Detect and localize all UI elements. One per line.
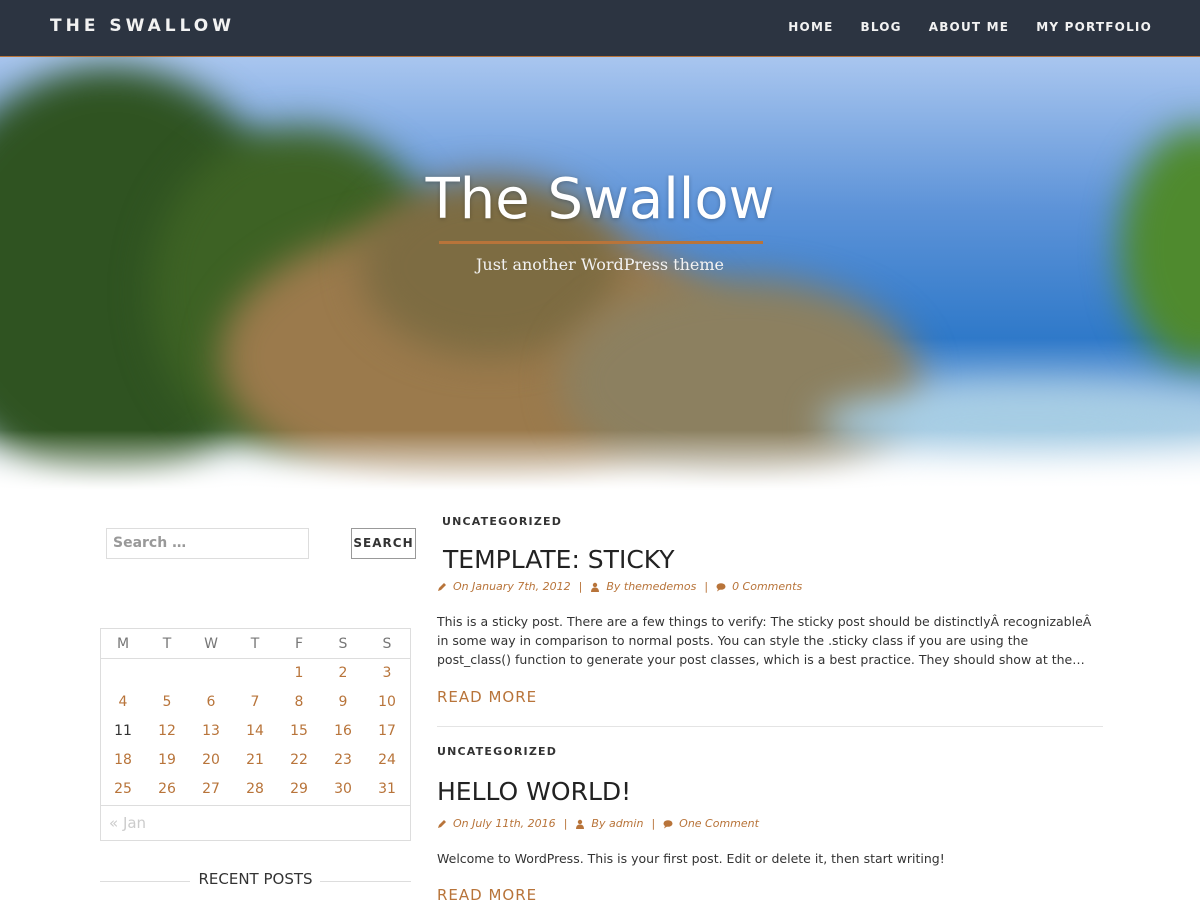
- hero-background-leaves: [1120, 127, 1200, 367]
- calendar-day[interactable]: 13: [189, 717, 233, 746]
- nav-home[interactable]: HOME: [788, 20, 833, 34]
- post-date[interactable]: On January 7th, 2012: [453, 580, 571, 593]
- post-divider: [437, 726, 1103, 727]
- post-title[interactable]: HELLO WORLD!: [437, 777, 631, 806]
- calendar-day[interactable]: 25: [101, 775, 145, 804]
- search-button[interactable]: SEARCH: [351, 528, 416, 559]
- post-author[interactable]: By admin: [591, 817, 643, 830]
- calendar-day[interactable]: 27: [189, 775, 233, 804]
- hero-tagline: Just another WordPress theme: [476, 255, 724, 274]
- calendar-day[interactable]: 14: [233, 717, 277, 746]
- recent-posts-title: RECENT POSTS: [198, 870, 313, 888]
- calendar-day[interactable]: 18: [101, 746, 145, 775]
- comment-icon: [663, 819, 673, 828]
- calendar-day[interactable]: 9: [321, 688, 365, 717]
- calendar-weekday: F: [294, 636, 304, 652]
- nav-blog[interactable]: BLOG: [860, 20, 901, 34]
- meta-separator: |: [563, 817, 568, 830]
- calendar-day: 11: [114, 723, 132, 739]
- calendar-empty-cell: [233, 659, 277, 688]
- user-icon: [576, 819, 585, 829]
- calendar-day[interactable]: 28: [233, 775, 277, 804]
- post-category[interactable]: UNCATEGORIZED: [437, 745, 557, 758]
- post-title[interactable]: TEMPLATE: STICKY: [443, 545, 675, 574]
- site-brand[interactable]: THE SWALLOW: [50, 16, 235, 36]
- pencil-icon: [438, 582, 446, 591]
- calendar-weekday: T: [162, 636, 172, 652]
- post-comments[interactable]: 0 Comments: [732, 580, 802, 593]
- read-more-link[interactable]: READ MORE: [437, 688, 537, 706]
- calendar-weekday-header: M T W T F S S: [101, 629, 410, 659]
- main-nav: HOME BLOG ABOUT ME MY PORTFOLIO: [788, 20, 1152, 34]
- calendar-day[interactable]: 5: [145, 688, 189, 717]
- calendar-week-row: 123: [101, 659, 410, 688]
- pencil-icon: [438, 819, 446, 828]
- post-excerpt: This is a sticky post. There are a few t…: [437, 614, 1092, 667]
- calendar-day[interactable]: 10: [365, 688, 409, 717]
- calendar-day[interactable]: 22: [277, 746, 321, 775]
- calendar-weekday: T: [250, 636, 260, 652]
- calendar-day[interactable]: 15: [277, 717, 321, 746]
- calendar-day[interactable]: 16: [321, 717, 365, 746]
- comment-icon: [716, 582, 726, 591]
- calendar-day[interactable]: 6: [189, 688, 233, 717]
- calendar-day[interactable]: 29: [277, 775, 321, 804]
- meta-separator: |: [704, 580, 709, 593]
- calendar-days: 1 2 3 4 5 6 7 8 9 10 11 12 13 14 15 16 17 18 19 20 21 22 23 24 2…: [101, 659, 410, 804]
- hero-divider: [439, 241, 763, 244]
- calendar-week-row: 4 5 6 7 8 9 10: [101, 688, 410, 717]
- calendar-empty-cell: [189, 659, 233, 688]
- calendar-empty-cell: [145, 659, 189, 688]
- calendar-weekday: W: [204, 636, 218, 652]
- post-comments[interactable]: One Comment: [679, 817, 759, 830]
- calendar-weekday: S: [382, 636, 392, 652]
- meta-separator: |: [651, 817, 656, 830]
- hero-fade: [0, 430, 1200, 490]
- nav-about-me[interactable]: ABOUT ME: [929, 20, 1009, 34]
- calendar-day[interactable]: 24: [365, 746, 409, 775]
- hero-title: The Swallow: [425, 167, 775, 232]
- meta-separator: |: [578, 580, 583, 593]
- post-category[interactable]: UNCATEGORIZED: [442, 515, 562, 528]
- post-meta: On July 11th, 2016 | By admin | One Comm…: [437, 817, 759, 830]
- calendar-day[interactable]: 23: [321, 746, 365, 775]
- calendar-day[interactable]: 20: [189, 746, 233, 775]
- calendar-day[interactable]: 4: [101, 688, 145, 717]
- user-icon: [591, 582, 600, 592]
- top-navigation-bar: THE SWALLOW HOME BLOG ABOUT ME MY PORTFO…: [0, 0, 1200, 57]
- read-more-link[interactable]: READ MORE: [437, 886, 537, 900]
- calendar-day[interactable]: 26: [145, 775, 189, 804]
- calendar-day[interactable]: 12: [145, 717, 189, 746]
- calendar-prev-month-link[interactable]: « Jan: [101, 805, 410, 841]
- calendar-week-row: 11 12 13 14 15 16 17: [101, 717, 410, 746]
- calendar-day[interactable]: 7: [233, 688, 277, 717]
- calendar-day[interactable]: 3: [365, 659, 409, 688]
- search-input[interactable]: Search …: [106, 528, 309, 559]
- calendar-widget: M T W T F S S 1 2 3 4 5 6 7 8 9 10 11 12 13 14 15 16 17 1…: [100, 628, 411, 841]
- calendar-day[interactable]: 31: [365, 775, 409, 804]
- calendar-week-row: 18 19 20 21 22 23 24: [101, 746, 410, 775]
- calendar-day[interactable]: 8: [277, 688, 321, 717]
- calendar-week-row: 25 26 27 28 29 30 31: [101, 775, 410, 804]
- calendar-weekday: M: [116, 636, 130, 652]
- calendar-empty-cell: [101, 659, 145, 688]
- calendar-day[interactable]: 1: [277, 659, 321, 688]
- hero-banner: The Swallow Just another WordPress theme: [0, 57, 1200, 490]
- post-meta: On January 7th, 2012 | By themedemos | 0…: [437, 580, 802, 593]
- nav-my-portfolio[interactable]: MY PORTFOLIO: [1036, 20, 1152, 34]
- calendar-weekday: S: [338, 636, 348, 652]
- calendar-day[interactable]: 21: [233, 746, 277, 775]
- calendar-day[interactable]: 19: [145, 746, 189, 775]
- post-excerpt: Welcome to WordPress. This is your first…: [437, 851, 945, 866]
- calendar-day[interactable]: 2: [321, 659, 365, 688]
- calendar-day[interactable]: 30: [321, 775, 365, 804]
- calendar-day[interactable]: 17: [365, 717, 409, 746]
- post-author[interactable]: By themedemos: [606, 580, 696, 593]
- recent-posts-heading: RECENT POSTS: [100, 870, 411, 892]
- post-date[interactable]: On July 11th, 2016: [453, 817, 556, 830]
